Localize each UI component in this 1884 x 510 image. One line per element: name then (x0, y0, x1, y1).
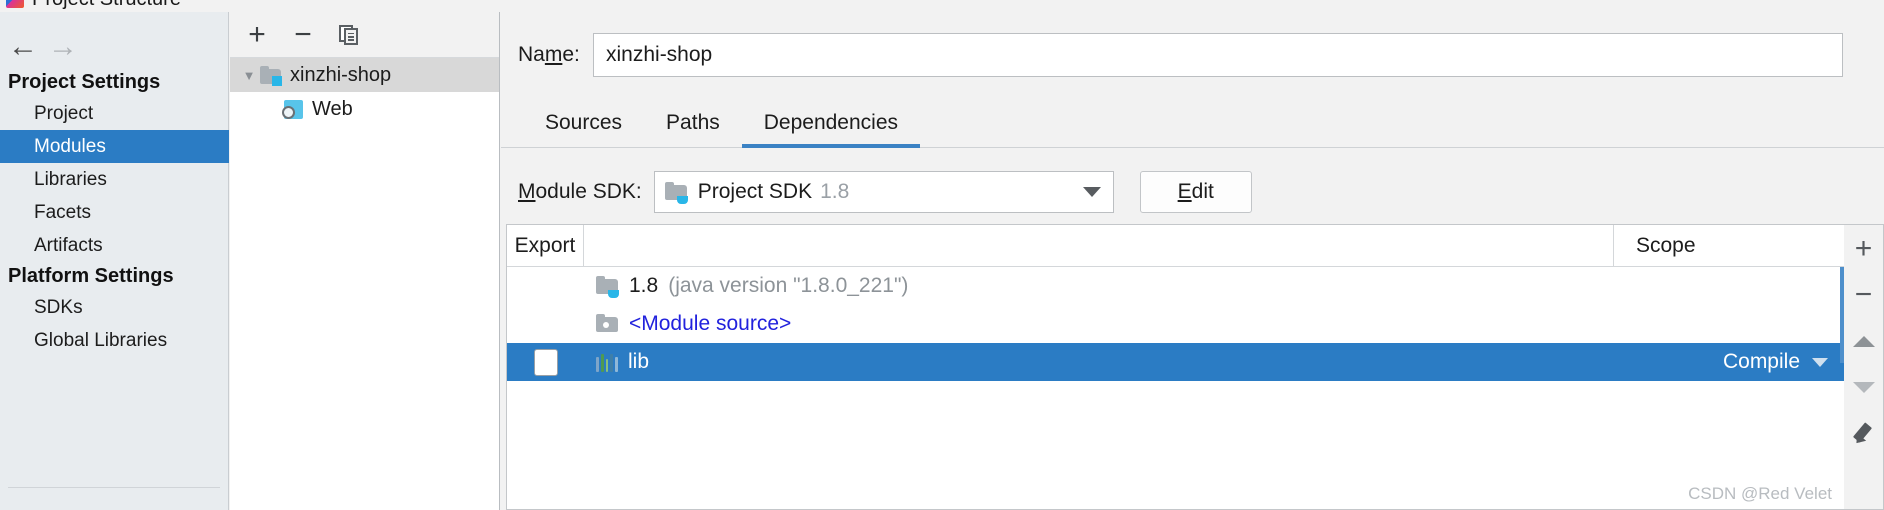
sidebar-item-artifacts[interactable]: Artifacts (0, 229, 229, 262)
tree-node-label: Web (312, 97, 353, 120)
plus-icon[interactable]: + (1845, 227, 1883, 271)
module-sdk-value: Project SDK (697, 180, 813, 203)
window-title-bar: Project Structure (0, 0, 1884, 12)
table-row[interactable]: 1.8 (java version "1.8.0_221") (507, 267, 1844, 305)
module-name-label: Name: (518, 43, 580, 66)
module-name-value: xinzhi-shop (606, 43, 713, 66)
sidebar-item-global-libraries[interactable]: Global Libraries (0, 324, 229, 357)
sidebar-item-libraries[interactable]: Libraries (0, 163, 229, 196)
dependency-name-cell: 1.8 (java version "1.8.0_221") (584, 274, 1614, 298)
module-name-input[interactable]: xinzhi-shop (593, 33, 1843, 77)
triangle-up-icon[interactable] (1845, 319, 1883, 363)
jdk-folder-icon (664, 181, 688, 204)
copy-icon[interactable] (334, 20, 364, 50)
watermark: CSDN @Red Velet (1688, 484, 1832, 503)
module-sdk-combobox[interactable]: Project SDK 1.8 (653, 171, 1114, 213)
module-folder-icon (260, 65, 282, 86)
module-tabs: Sources Paths Dependencies (501, 98, 1884, 148)
dependency-name: 1.8 (629, 274, 659, 297)
project-structure-dialog: Project Structure ← → Project Settings P… (0, 0, 1884, 510)
sidebar-group-platform-settings: Platform Settings (8, 265, 174, 287)
dependency-detail: (java version "1.8.0_221") (668, 274, 909, 297)
triangle-down-icon[interactable] (1845, 365, 1883, 409)
module-sdk-row: Module SDK: Project SDK 1.8 Edit (501, 164, 1884, 220)
dependency-name: <Module source> (629, 312, 792, 335)
scope-cell[interactable]: Compile (1614, 350, 1844, 374)
navigation-buttons: ← → (0, 26, 229, 68)
dependencies-rows: 1.8 (java version "1.8.0_221") <Module s… (507, 267, 1844, 509)
tab-paths[interactable]: Paths (644, 111, 742, 147)
arrow-right-icon[interactable]: → (46, 32, 80, 62)
dependencies-toolbar: + − (1844, 224, 1884, 510)
module-source-icon (596, 313, 619, 334)
dependencies-table: Export Scope 1.8 (java version "1.8.0_22… (506, 224, 1844, 510)
sidebar-divider (8, 487, 220, 488)
chevron-down-icon[interactable] (1812, 357, 1828, 367)
tree-node-web[interactable]: Web (230, 92, 499, 126)
edit-sdk-button[interactable]: Edit (1139, 171, 1252, 213)
table-row[interactable]: <Module source> (507, 305, 1844, 343)
column-header-name[interactable] (584, 225, 1614, 266)
minus-icon[interactable]: − (1845, 273, 1883, 317)
dependency-name: lib (628, 350, 650, 373)
arrow-left-icon[interactable]: ← (6, 32, 40, 62)
dependency-name-cell: lib (584, 350, 1614, 374)
web-facet-icon (282, 99, 303, 119)
export-cell[interactable] (507, 348, 584, 376)
scrollbar-thumb[interactable] (1840, 267, 1844, 363)
jdk-folder-icon (596, 275, 619, 298)
column-header-scope[interactable]: Scope (1614, 225, 1844, 266)
sidebar-item-modules[interactable]: Modules (0, 130, 229, 163)
sidebar-item-sdks[interactable]: SDKs (0, 291, 229, 324)
pencil-icon[interactable] (1845, 411, 1883, 455)
chevron-down-icon[interactable] (1082, 187, 1101, 197)
module-editor-panel: Name: xinzhi-shop Sources Paths Dependen… (501, 12, 1884, 510)
chevron-down-icon[interactable]: ▼ (238, 68, 260, 83)
export-checkbox[interactable] (533, 348, 558, 376)
sidebar-item-project[interactable]: Project (0, 97, 229, 130)
dependencies-table-header: Export Scope (507, 225, 1844, 267)
module-sdk-label: Module SDK: (518, 180, 642, 203)
module-sdk-version: 1.8 (820, 180, 850, 203)
tree-node-xinzhi-shop[interactable]: ▼ xinzhi-shop (230, 58, 499, 92)
dependency-name-cell: <Module source> (584, 312, 1614, 336)
tab-dependencies[interactable]: Dependencies (741, 111, 921, 148)
scope-value: Compile (1722, 350, 1800, 373)
sidebar-group-project-settings: Project Settings (8, 71, 161, 93)
intellij-idea-icon (6, 0, 24, 8)
dependencies-area: Export Scope 1.8 (java version "1.8.0_22… (506, 224, 1884, 510)
module-tree-panel: + − ▼ xinzhi-shop Web (230, 12, 500, 510)
module-tree-toolbar: + − (230, 12, 499, 58)
table-row[interactable]: lib Compile (507, 343, 1844, 381)
window-title: Project Structure (32, 0, 181, 11)
sidebar-item-facets[interactable]: Facets (0, 196, 229, 229)
column-header-export[interactable]: Export (507, 225, 584, 266)
settings-sidebar: ← → Project Settings Project Modules Lib… (0, 12, 229, 510)
tab-sources[interactable]: Sources (523, 111, 644, 147)
module-name-row: Name: xinzhi-shop (501, 30, 1884, 80)
minus-icon[interactable]: − (288, 19, 318, 50)
plus-icon[interactable]: + (242, 19, 272, 50)
library-icon (596, 353, 618, 372)
tree-node-label: xinzhi-shop (290, 63, 392, 86)
